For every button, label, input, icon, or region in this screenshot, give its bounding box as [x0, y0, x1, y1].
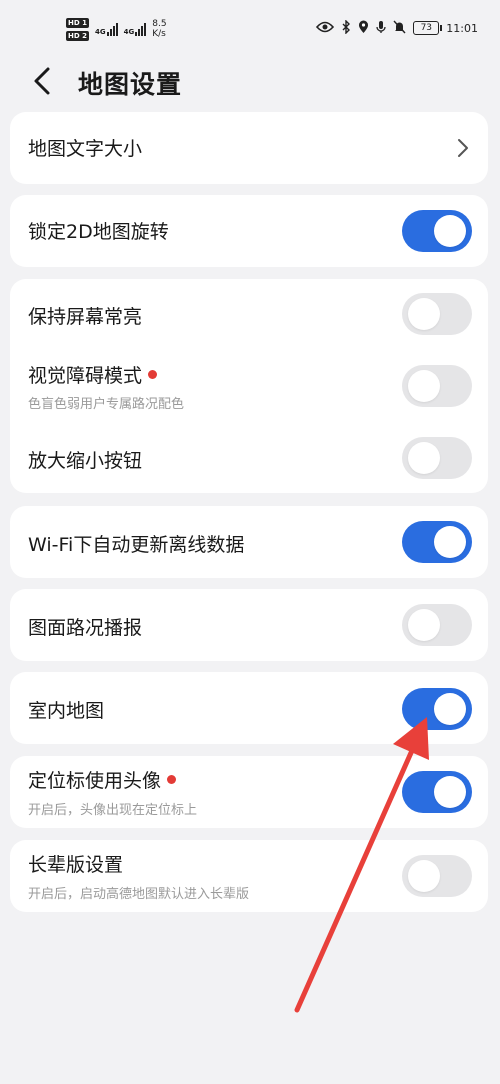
signal-icon — [135, 22, 147, 36]
setting-label: 保持屏幕常亮 — [28, 306, 143, 328]
network-type-1: 4G — [94, 28, 106, 36]
visual-impaired-toggle[interactable] — [402, 365, 472, 407]
setting-zoom-buttons: 放大缩小按钮 — [10, 421, 488, 493]
back-arrow-icon — [34, 67, 50, 95]
toggle-knob — [408, 298, 440, 330]
toggle-knob — [408, 442, 440, 474]
setting-label: 室内地图 — [28, 700, 105, 722]
setting-avatar-marker: 定位标使用头像 开启后，头像出现在定位标上 — [10, 756, 488, 828]
setting-description: 色盲色弱用户专属路况配色 — [28, 397, 185, 412]
setting-label: Wi-Fi下自动更新离线数据 — [28, 534, 245, 556]
setting-traffic-broadcast: 图面路况播报 — [10, 589, 488, 661]
keep-screen-on-toggle[interactable] — [402, 293, 472, 335]
microphone-icon — [376, 20, 386, 37]
status-left: HD 1 HD 2 4G 4G 8.5 K/s — [66, 14, 167, 44]
toggle-knob — [408, 860, 440, 892]
hd-badge-1: HD 1 — [66, 17, 89, 28]
status-bar: HD 1 HD 2 4G 4G 8.5 K/s 73 11:01 — [0, 0, 500, 50]
page-title: 地图设置 — [78, 70, 183, 99]
network-type-2: 4G — [123, 28, 135, 36]
setting-wifi-offline: Wi-Fi下自动更新离线数据 — [10, 506, 488, 578]
setting-elder-mode: 长辈版设置 开启后，启动高德地图默认进入长辈版 — [10, 840, 488, 912]
status-right: 73 11:01 — [316, 18, 478, 38]
setting-label: 定位标使用头像 — [28, 766, 177, 793]
setting-indoor-map: 室内地图 — [10, 672, 488, 744]
wifi-offline-toggle[interactable] — [402, 521, 472, 563]
lock-2d-rotation-toggle[interactable] — [402, 210, 472, 252]
card-elder-mode: 长辈版设置 开启后，启动高德地图默认进入长辈版 — [10, 840, 488, 912]
setting-label: 长辈版设置 — [28, 854, 124, 876]
setting-label: 视觉障碍模式 — [28, 361, 158, 388]
toggle-knob — [408, 609, 440, 641]
mute-bell-icon — [393, 20, 406, 37]
card-wifi-offline: Wi-Fi下自动更新离线数据 — [10, 506, 488, 578]
new-badge-dot — [167, 775, 177, 784]
setting-lock-2d-rotation: 锁定2D地图旋转 — [10, 195, 488, 267]
card-display-options: 保持屏幕常亮 视觉障碍模式 色盲色弱用户专属路况配色 放大缩小按钮 — [10, 279, 488, 493]
battery-icon: 73 — [413, 21, 443, 35]
back-button[interactable] — [22, 63, 62, 99]
location-icon — [358, 20, 369, 37]
eye-icon — [316, 21, 335, 36]
indoor-map-toggle[interactable] — [402, 688, 472, 730]
avatar-marker-toggle[interactable] — [402, 771, 472, 813]
card-map-text-size: 地图文字大小 — [10, 112, 488, 184]
zoom-buttons-toggle[interactable] — [402, 437, 472, 479]
toggle-knob — [434, 526, 466, 558]
setting-visual-impaired: 视觉障碍模式 色盲色弱用户专属路况配色 — [10, 351, 488, 421]
traffic-broadcast-toggle[interactable] — [402, 604, 472, 646]
elder-mode-toggle[interactable] — [402, 855, 472, 897]
chevron-right-icon — [458, 139, 468, 157]
setting-description: 开启后，头像出现在定位标上 — [28, 803, 198, 818]
clock: 11:01 — [446, 21, 478, 35]
toggle-knob — [434, 215, 466, 247]
setting-label: 地图文字大小 — [28, 138, 143, 160]
setting-label: 图面路况播报 — [28, 617, 143, 639]
setting-description: 开启后，启动高德地图默认进入长辈版 — [28, 887, 250, 902]
card-avatar-marker: 定位标使用头像 开启后，头像出现在定位标上 — [10, 756, 488, 828]
hd-badge-2: HD 2 — [66, 30, 89, 41]
card-lock-rotation: 锁定2D地图旋转 — [10, 195, 488, 267]
toggle-knob — [408, 370, 440, 402]
setting-label: 锁定2D地图旋转 — [28, 221, 169, 243]
setting-map-text-size[interactable]: 地图文字大小 — [10, 112, 488, 184]
bluetooth-icon — [341, 18, 351, 37]
setting-keep-screen-on: 保持屏幕常亮 — [10, 279, 488, 351]
new-badge-dot — [148, 370, 158, 379]
toggle-knob — [434, 693, 466, 725]
network-speed: 8.5 K/s — [152, 19, 167, 39]
signal-icon — [106, 22, 118, 36]
card-traffic-broadcast: 图面路况播报 — [10, 589, 488, 661]
card-indoor-map: 室内地图 — [10, 672, 488, 744]
setting-label: 放大缩小按钮 — [28, 450, 143, 472]
toggle-knob — [434, 776, 466, 808]
page-header: 地图设置 — [0, 55, 500, 107]
